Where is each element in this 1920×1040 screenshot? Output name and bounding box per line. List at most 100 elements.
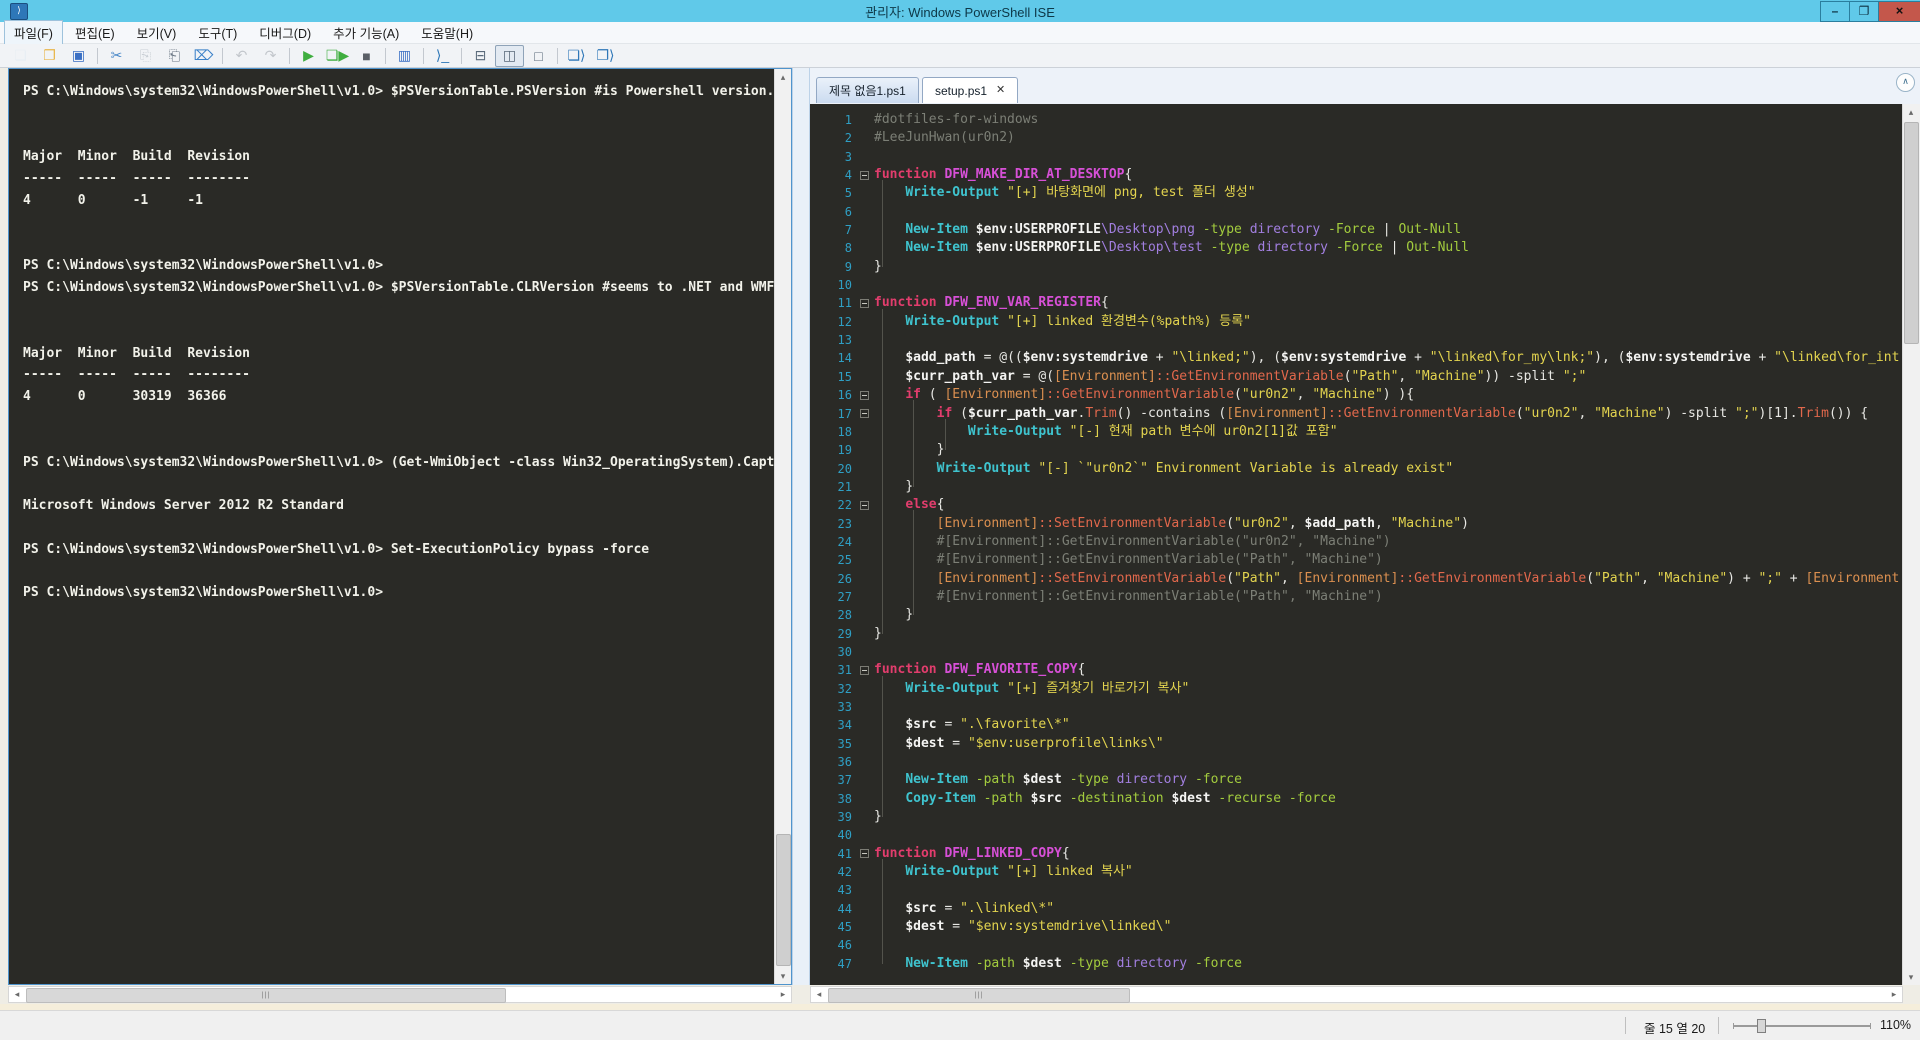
fold-gutter	[856, 735, 874, 753]
console-vertical-scrollbar[interactable]: ▴ ▾	[774, 69, 791, 984]
code-text: else{	[905, 497, 945, 513]
fold-toggle-icon[interactable]	[860, 170, 869, 180]
cut-icon[interactable]: ✂	[102, 45, 131, 67]
code-text: [Environment]::SetEnvironmentVariable("P…	[936, 570, 1900, 586]
console-vscroll-thumb[interactable]	[776, 834, 791, 966]
menu-item-edit[interactable]: 편집(E)	[65, 20, 125, 45]
code-text: #dotfiles-for-windows	[874, 112, 1039, 127]
fold-gutter	[856, 386, 874, 404]
show-script-pane-maximized-icon[interactable]: □	[524, 45, 553, 67]
code-text: New-Item -path $dest -type directory -fo…	[905, 955, 1242, 971]
fold-gutter	[856, 294, 874, 312]
script-tab-bar: 제목 없음1.ps1 setup.ps1 ✕ ∧	[810, 68, 1920, 104]
line-number: 43	[837, 883, 852, 898]
open-script-icon[interactable]: ❐	[35, 45, 64, 67]
line-number: 47	[837, 956, 852, 971]
editor-vertical-scrollbar[interactable]: ▴ ▾	[1902, 104, 1920, 985]
start-powershell-icon[interactable]: ⟩_	[428, 45, 457, 67]
clear-console-icon[interactable]: ⌦	[189, 45, 218, 67]
code-editor[interactable]: 1 #dotfiles-for-windows 2 #LeeJunHwan(ur0n2…	[810, 104, 1903, 985]
fold-gutter	[856, 606, 874, 624]
run-script-icon[interactable]: ▶	[294, 45, 323, 67]
tab-untitled1[interactable]: 제목 없음1.ps1	[816, 77, 919, 103]
menu-item-addons[interactable]: 추가 기능(A)	[323, 20, 409, 45]
fold-gutter	[856, 368, 874, 386]
menu-item-debug[interactable]: 디버그(D)	[249, 20, 321, 45]
fold-toggle-icon[interactable]	[860, 298, 869, 308]
save-icon[interactable]: ▣	[64, 45, 93, 67]
menu-item-tools[interactable]: 도구(T)	[188, 20, 247, 45]
tab-setup-ps1[interactable]: setup.ps1 ✕	[922, 77, 1019, 103]
fold-toggle-icon[interactable]	[860, 665, 869, 675]
new-remote-powershell-tab-icon[interactable]: ▥	[390, 45, 419, 67]
restore-button[interactable]: ❐	[1849, 1, 1879, 22]
editor-horizontal-scrollbar[interactable]: ◂ ||| ▸	[810, 986, 1903, 1003]
console-horizontal-scrollbar[interactable]: ◂ ||| ▸	[8, 986, 792, 1003]
run-selection-icon[interactable]: ❏▶	[323, 45, 352, 67]
line-number: 34	[837, 718, 852, 733]
scroll-down-icon[interactable]: ▾	[775, 968, 791, 984]
scroll-right-icon[interactable]: ▸	[1886, 987, 1902, 1002]
line-number: 17	[837, 406, 852, 421]
fold-toggle-icon[interactable]	[860, 500, 869, 510]
console-hscroll-thumb[interactable]: |||	[26, 988, 506, 1003]
code-line: 9}	[810, 258, 1903, 276]
undo-icon[interactable]: ↶	[227, 45, 256, 67]
fold-gutter	[856, 148, 874, 166]
code-line: 35 $dest = "$env:userprofile\links\"	[810, 735, 1903, 753]
scroll-down-icon[interactable]: ▾	[1903, 969, 1919, 985]
code-text: Write-Output "[-] 현재 path 변수에 ur0n2[1]값 …	[967, 423, 1338, 439]
fold-toggle-icon[interactable]	[860, 390, 869, 400]
console-output[interactable]: PS C:\Windows\system32\WindowsPowerShell…	[9, 69, 775, 984]
tab-close-icon[interactable]: ✕	[996, 85, 1005, 96]
collapse-script-pane-button[interactable]: ∧	[1896, 73, 1915, 92]
fold-gutter	[856, 936, 874, 954]
menu-item-help[interactable]: 도움말(H)	[411, 20, 483, 45]
console-line: ----- ----- ----- --------	[23, 367, 250, 383]
fold-gutter	[856, 166, 874, 184]
new-powershell-tab-icon[interactable]: ❏⟩	[562, 45, 591, 67]
copy-icon[interactable]: ⎘	[131, 45, 160, 67]
console-pane[interactable]: PS C:\Windows\system32\WindowsPowerShell…	[8, 68, 792, 985]
line-number: 11	[837, 296, 852, 311]
code-line: 2 #LeeJunHwan(ur0n2)	[810, 129, 1903, 147]
show-console-pane-icon[interactable]: ❐⟩	[591, 45, 620, 67]
show-script-pane-top-icon[interactable]: ⊟	[466, 45, 495, 67]
line-number: 42	[837, 865, 852, 880]
paste-icon[interactable]: ⎗	[160, 45, 189, 67]
code-line: 1 #dotfiles-for-windows	[810, 111, 1903, 129]
scroll-up-icon[interactable]: ▴	[1903, 104, 1919, 120]
zoom-slider[interactable]	[1733, 1019, 1871, 1033]
editor-vscroll-thumb[interactable]	[1904, 122, 1919, 344]
editor-hscroll-thumb[interactable]: |||	[828, 988, 1130, 1003]
scroll-up-icon[interactable]: ▴	[775, 69, 791, 85]
fold-toggle-icon[interactable]	[860, 849, 869, 859]
menu-item-file[interactable]: 파일(F)	[4, 20, 63, 45]
code-line: 10	[810, 276, 1903, 294]
minimize-button[interactable]: –	[1820, 1, 1850, 22]
line-number: 28	[837, 608, 852, 623]
console-line: PS C:\Windows\system32\WindowsPowerShell…	[23, 258, 391, 274]
fold-toggle-icon[interactable]	[860, 409, 869, 418]
code-text: function DFW_LINKED_COPY{	[874, 845, 1070, 861]
menu-item-view[interactable]: 보기(V)	[127, 20, 187, 45]
fold-gutter	[856, 331, 874, 349]
line-number: 41	[837, 846, 852, 861]
stop-icon[interactable]: ■	[352, 45, 381, 67]
scroll-right-icon[interactable]: ▸	[775, 987, 791, 1002]
show-script-pane-right-icon[interactable]: ◫	[495, 44, 524, 67]
close-button[interactable]: ×	[1878, 1, 1920, 22]
scroll-left-icon[interactable]: ◂	[9, 987, 25, 1002]
new-script-icon[interactable]: ❏	[6, 45, 35, 67]
scroll-left-icon[interactable]: ◂	[811, 987, 827, 1002]
fold-gutter	[856, 533, 874, 551]
redo-icon[interactable]: ↷	[256, 45, 285, 67]
fold-gutter	[856, 239, 874, 257]
line-number: 20	[837, 461, 852, 476]
zoom-slider-thumb[interactable]	[1757, 1019, 1766, 1033]
pane-splitter[interactable]	[792, 68, 810, 985]
menu-bar: 파일(F) 편집(E) 보기(V) 도구(T) 디버그(D) 추가 기능(A) 도움말(H)	[0, 20, 1920, 45]
